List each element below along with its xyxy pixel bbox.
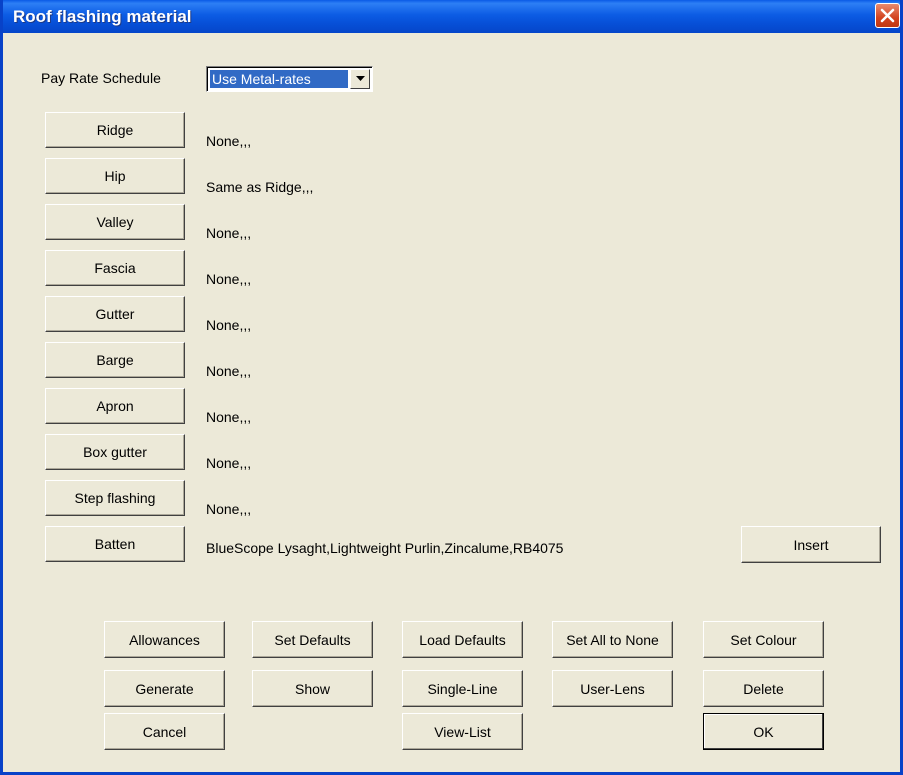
allowances-button[interactable]: Allowances <box>104 621 225 658</box>
window-title: Roof flashing material <box>13 7 192 26</box>
title-bar[interactable]: Roof flashing material <box>3 0 900 33</box>
view-list-button[interactable]: View-List <box>402 713 523 750</box>
chevron-down-icon <box>356 76 365 81</box>
gutter-button[interactable]: Gutter <box>45 296 185 332</box>
ok-button[interactable]: OK <box>703 713 824 750</box>
barge-value: None,,, <box>206 363 252 379</box>
set-all-to-none-button[interactable]: Set All to None <box>552 621 673 658</box>
batten-button[interactable]: Batten <box>45 526 185 562</box>
gutter-value: None,,, <box>206 317 252 333</box>
box-gutter-button[interactable]: Box gutter <box>45 434 185 470</box>
close-icon <box>880 8 895 23</box>
hip-value: Same as Ridge,,, <box>206 179 314 195</box>
dialog-window: Roof flashing material Pay Rate Schedule… <box>0 0 903 775</box>
fascia-value: None,,, <box>206 271 252 287</box>
user-lens-button[interactable]: User-Lens <box>552 670 673 707</box>
dropdown-button[interactable] <box>350 69 370 89</box>
close-button[interactable] <box>875 3 900 28</box>
step-flashing-value: None,,, <box>206 501 252 517</box>
generate-button[interactable]: Generate <box>104 670 225 707</box>
barge-button[interactable]: Barge <box>45 342 185 378</box>
insert-button[interactable]: Insert <box>741 526 881 563</box>
hip-button[interactable]: Hip <box>45 158 185 194</box>
pay-rate-selected-value: Use Metal-rates <box>210 70 348 88</box>
pay-rate-select[interactable]: Use Metal-rates <box>206 66 373 92</box>
valley-value: None,,, <box>206 225 252 241</box>
apron-button[interactable]: Apron <box>45 388 185 424</box>
valley-button[interactable]: Valley <box>45 204 185 240</box>
load-defaults-button[interactable]: Load Defaults <box>402 621 523 658</box>
ridge-button[interactable]: Ridge <box>45 112 185 148</box>
delete-button[interactable]: Delete <box>703 670 824 707</box>
set-defaults-button[interactable]: Set Defaults <box>252 621 373 658</box>
cancel-button[interactable]: Cancel <box>104 713 225 750</box>
single-line-button[interactable]: Single-Line <box>402 670 523 707</box>
ridge-value: None,,, <box>206 133 252 149</box>
apron-value: None,,, <box>206 409 252 425</box>
set-colour-button[interactable]: Set Colour <box>703 621 824 658</box>
show-button[interactable]: Show <box>252 670 373 707</box>
fascia-button[interactable]: Fascia <box>45 250 185 286</box>
batten-value: BlueScope Lysaght,Lightweight Purlin,Zin… <box>206 540 564 556</box>
box-gutter-value: None,,, <box>206 455 252 471</box>
step-flashing-button[interactable]: Step flashing <box>45 480 185 516</box>
pay-rate-label: Pay Rate Schedule <box>41 70 161 86</box>
